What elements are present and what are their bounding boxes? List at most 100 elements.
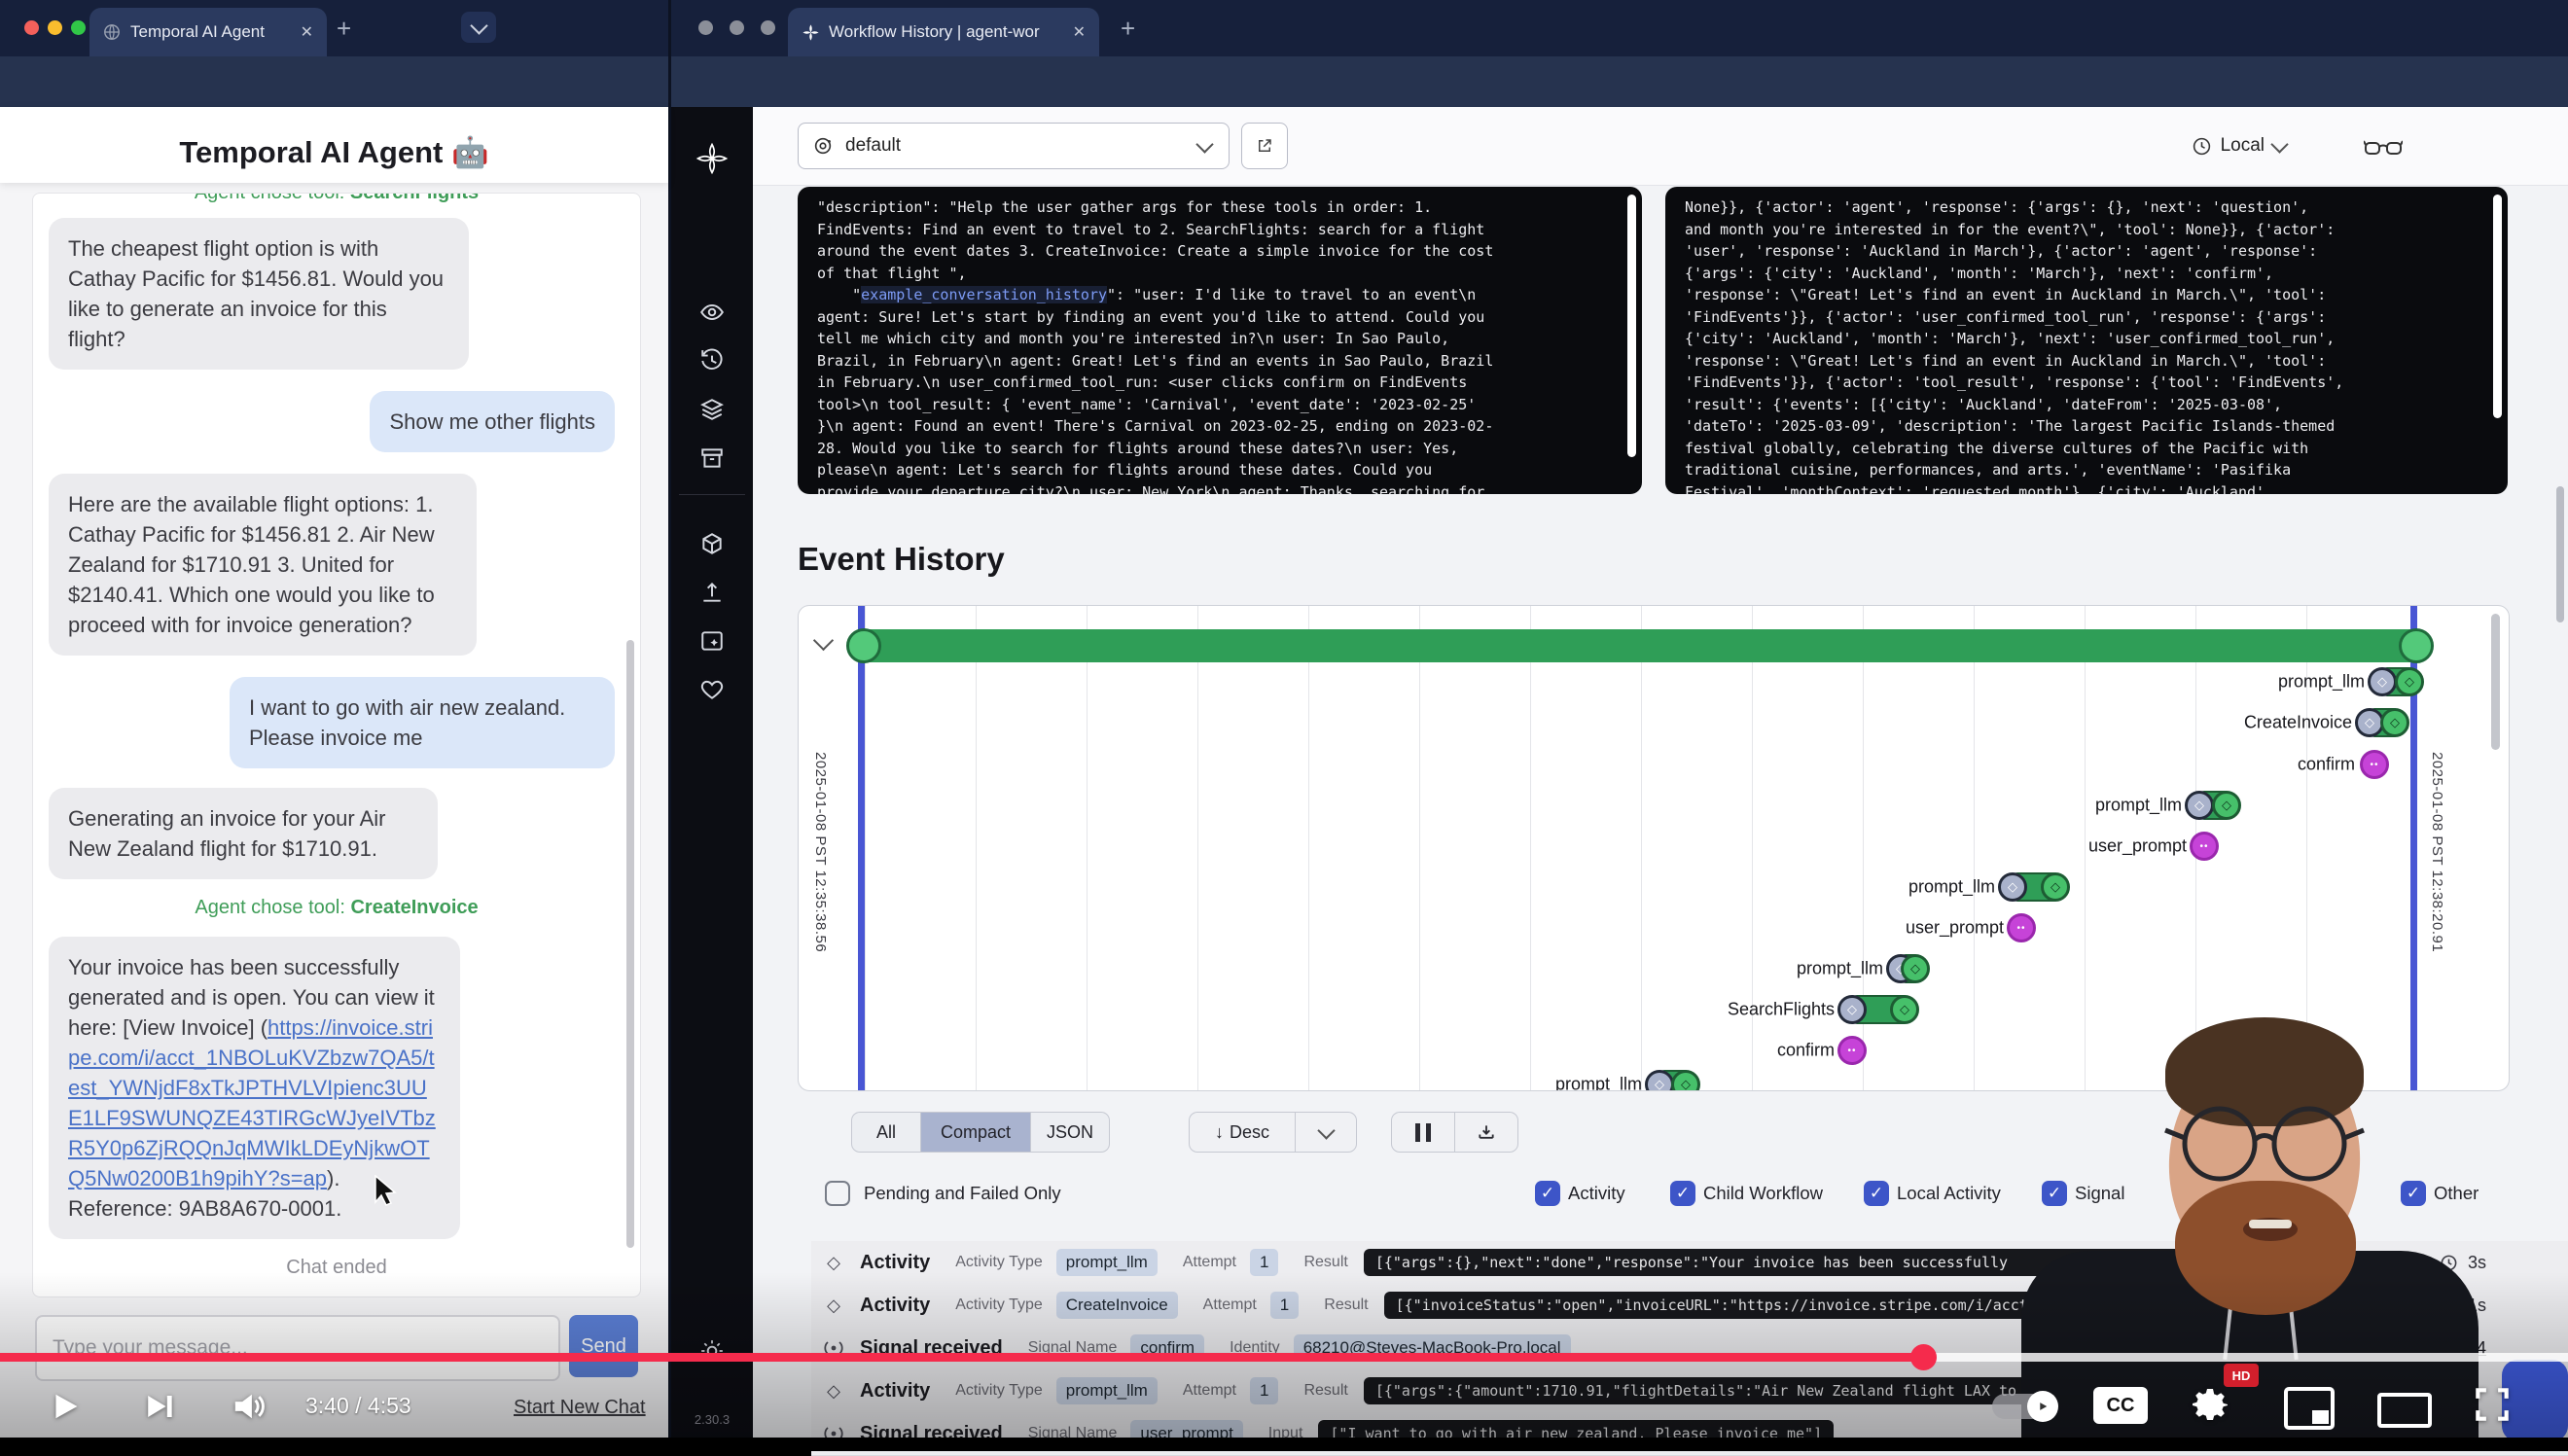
timeline-event-label: confirm	[2298, 755, 2355, 775]
message-input[interactable]: Type your message...	[35, 1315, 560, 1381]
volume-icon[interactable]	[226, 1385, 268, 1428]
workflow-result-panel[interactable]: None}}, {'actor': 'agent', 'response': {…	[1665, 187, 2508, 494]
right-tab-bar: Workflow History | agent-wor ✕ +	[671, 0, 2568, 56]
close-window-button[interactable]	[698, 20, 713, 35]
chat-header: Temporal AI Agent 🤖	[0, 107, 668, 183]
minimize-window-button[interactable]	[730, 20, 744, 35]
tab-workflow-history[interactable]: Workflow History | agent-wor ✕	[788, 8, 1099, 56]
agent-message: Generating an invoice for your Air New Z…	[49, 788, 438, 879]
nexus-cube-icon[interactable]	[699, 531, 725, 556]
code-scrollbar[interactable]	[1627, 195, 1636, 457]
workflows-eye-icon[interactable]	[699, 300, 725, 325]
settings-gear-icon[interactable]	[2187, 1381, 2233, 1428]
activity-completed-marker[interactable]: ◇	[2041, 872, 2070, 902]
zoom-window-button[interactable]	[71, 20, 86, 35]
page-scrollbar[interactable]	[2556, 486, 2564, 622]
timeline-scrollbar[interactable]	[2491, 614, 2500, 750]
tab-list-chevron-button[interactable]	[461, 12, 496, 43]
timezone-select[interactable]: Local	[2192, 107, 2286, 185]
miniplayer-button[interactable]	[2284, 1387, 2335, 1430]
pending-failed-checkbox[interactable]	[825, 1181, 850, 1206]
activity-scheduled-marker[interactable]: ◇	[1645, 1070, 1674, 1091]
signal-marker[interactable]: ••	[1837, 1036, 1867, 1065]
activity-scheduled-marker[interactable]: ◇	[1837, 995, 1867, 1024]
workflow-execution-bar[interactable]	[864, 629, 2417, 662]
code-line: and month you're interested in for the e…	[1685, 219, 2488, 241]
signal-marker[interactable]: ••	[2360, 750, 2389, 779]
schedules-clock-icon[interactable]	[699, 348, 725, 373]
timeline-event-label: confirm	[1777, 1041, 1835, 1061]
view-compact-button[interactable]: Compact	[921, 1113, 1031, 1152]
close-window-button[interactable]	[24, 20, 39, 35]
namespace-select[interactable]: default	[798, 123, 1230, 169]
timeline-event-label: prompt_llm	[2278, 672, 2365, 692]
activity-completed-marker[interactable]: ◇	[2395, 667, 2424, 696]
activity-label: Activity	[1568, 1183, 1625, 1204]
view-all-button[interactable]: All	[852, 1113, 921, 1152]
activity-scheduled-marker[interactable]: ◇	[2185, 791, 2214, 820]
labs-glasses-icon[interactable]	[2364, 134, 2403, 160]
sort-chevron-button[interactable]	[1296, 1113, 1356, 1152]
timeline-event-label: CreateInvoice	[2244, 713, 2352, 733]
event-history-heading: Event History	[798, 541, 1005, 578]
activity-diamond-icon: ◇	[821, 1253, 846, 1273]
teeth	[2249, 1220, 2292, 1228]
new-tab-button[interactable]: +	[1121, 16, 1135, 41]
autoplay-toggle[interactable]	[1992, 1394, 2056, 1419]
chat-scrollbar[interactable]	[626, 640, 634, 1248]
zoom-window-button[interactable]	[761, 20, 775, 35]
workflow-end-marker[interactable]	[2399, 628, 2434, 663]
play-button[interactable]	[43, 1385, 86, 1428]
local-activity-checkbox[interactable]: ✓	[1864, 1181, 1889, 1206]
activity-completed-marker[interactable]: ◇	[1901, 954, 1930, 983]
video-scrubber-handle[interactable]	[1910, 1344, 1937, 1370]
theater-mode-button[interactable]	[2377, 1393, 2432, 1428]
child-workflow-checkbox[interactable]: ✓	[1670, 1181, 1695, 1206]
code-line: "description": "Help the user gather arg…	[817, 196, 1623, 219]
invoice-link[interactable]: https://invoice.stripe.com/i/acct_1NBOLu…	[68, 1015, 436, 1190]
code-scrollbar[interactable]	[2493, 195, 2502, 418]
video-progress-watched[interactable]	[0, 1353, 1924, 1362]
tab-title: Workflow History | agent-wor	[829, 22, 1040, 42]
signal-marker[interactable]: ••	[2190, 832, 2219, 861]
code-line: {'city': 'Auckland', 'month': 'March'}, …	[1685, 328, 2488, 350]
send-button[interactable]: Send	[569, 1315, 638, 1377]
workflow-start-marker[interactable]	[846, 628, 881, 663]
tab-temporal-ai-agent[interactable]: Temporal AI Agent ✕	[89, 8, 327, 56]
video-progress-remaining[interactable]	[1936, 1353, 2568, 1362]
activity-checkbox[interactable]: ✓	[1535, 1181, 1560, 1206]
close-tab-icon[interactable]: ✕	[301, 22, 313, 42]
agent-message: The cheapest flight option is with Catha…	[49, 218, 469, 370]
import-upload-icon[interactable]	[699, 580, 725, 605]
workflow-input-panel[interactable]: "description": "Help the user gather arg…	[798, 187, 1642, 494]
signal-marker[interactable]: ••	[2007, 913, 2036, 942]
collapse-chevron-icon[interactable]	[813, 630, 834, 651]
feedback-heart-icon[interactable]	[699, 677, 725, 702]
fullscreen-button[interactable]	[2471, 1383, 2514, 1426]
temporal-logo-icon[interactable]	[696, 142, 729, 175]
activity-scheduled-marker[interactable]: ◇	[1998, 872, 2027, 902]
timeline-event-label: prompt_llm	[2095, 796, 2182, 816]
code-line: None}}, {'actor': 'agent', 'response': {…	[1685, 196, 2488, 219]
open-namespace-button[interactable]	[1241, 123, 1288, 169]
activity-completed-marker[interactable]: ◇	[2380, 708, 2409, 737]
batch-layers-icon[interactable]	[699, 397, 725, 422]
sort-desc-button[interactable]: ↓Desc	[1190, 1113, 1296, 1152]
code-line: provide your departure city?\n user: New…	[817, 481, 1623, 495]
captions-button[interactable]: CC	[2093, 1387, 2148, 1424]
minimize-window-button[interactable]	[48, 20, 62, 35]
close-tab-icon[interactable]: ✕	[1073, 22, 1086, 42]
labs-image-icon[interactable]	[699, 628, 725, 654]
download-button[interactable]	[1455, 1113, 1517, 1152]
activity-scheduled-marker[interactable]: ◇	[2368, 667, 2397, 696]
new-tab-button[interactable]: +	[337, 16, 351, 41]
archival-box-icon[interactable]	[699, 445, 725, 471]
start-new-chat-link[interactable]: Start New Chat	[514, 1397, 646, 1419]
view-json-button[interactable]: JSON	[1031, 1113, 1109, 1152]
activity-completed-marker[interactable]: ◇	[2212, 791, 2241, 820]
pause-button[interactable]	[1392, 1113, 1455, 1152]
activity-completed-marker[interactable]: ◇	[1671, 1070, 1700, 1091]
next-button[interactable]	[136, 1385, 179, 1428]
download-icon	[1477, 1122, 1496, 1142]
activity-completed-marker[interactable]: ◇	[1890, 995, 1919, 1024]
